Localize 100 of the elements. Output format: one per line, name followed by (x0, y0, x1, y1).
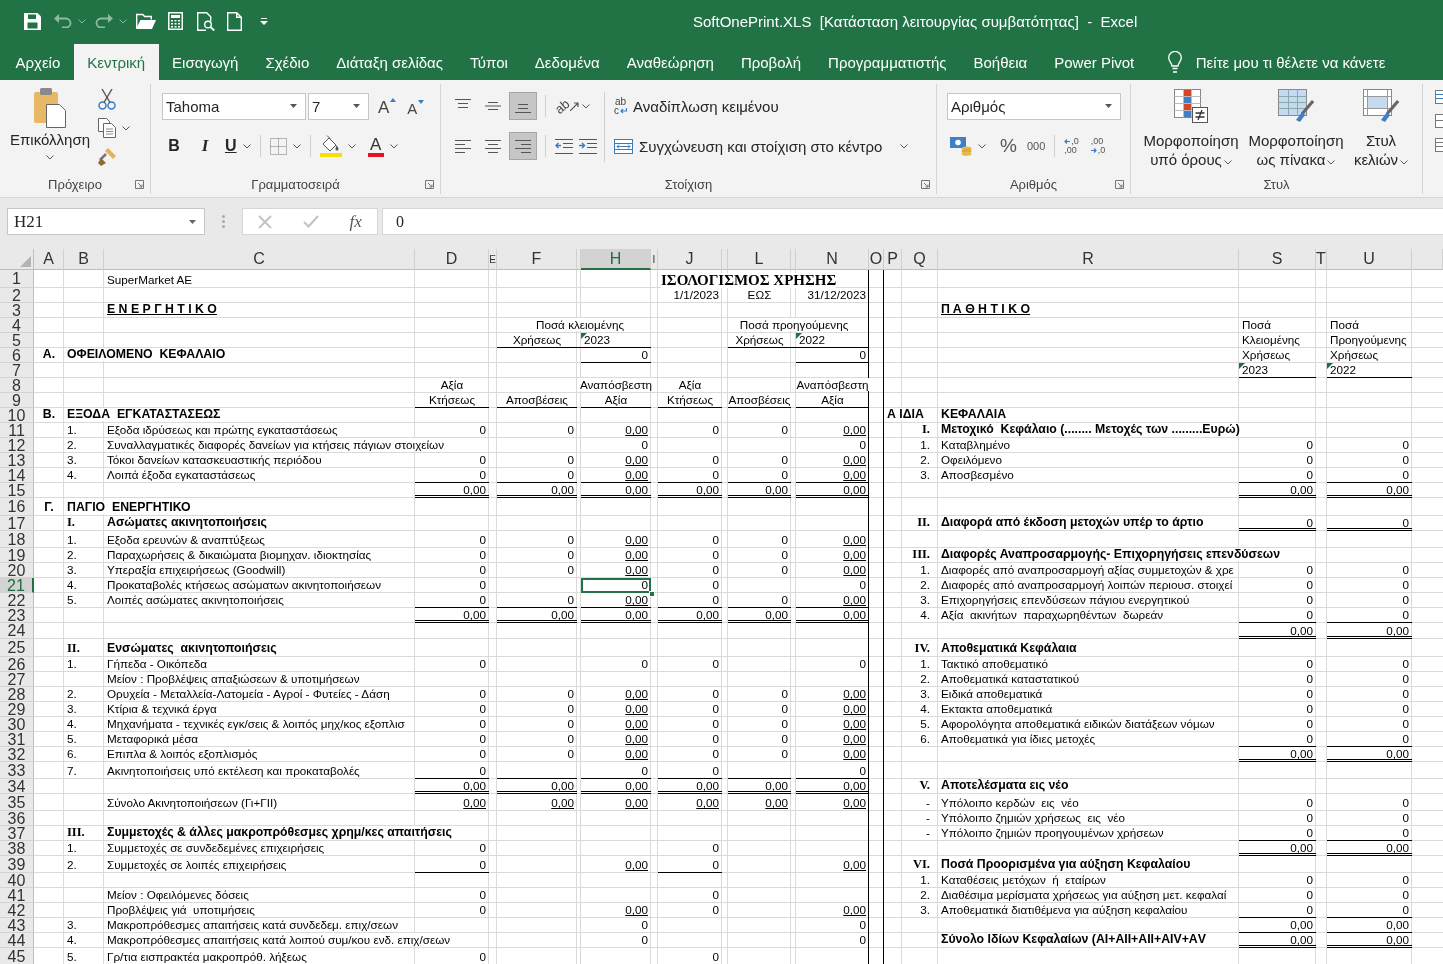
table-icon[interactable] (1435, 90, 1443, 104)
drag-handle-icon[interactable] (222, 215, 225, 228)
row-header[interactable]: 40 (0, 873, 34, 888)
conditional-formatting-button[interactable]: Μορφοποίηση υπό όρους (1138, 84, 1244, 174)
ribbon-tab[interactable]: Κεντρική (73, 44, 159, 80)
dialog-launcher-icon[interactable] (921, 179, 930, 189)
format-as-table-button[interactable]: Μορφοποίηση ως πίνακα (1244, 84, 1348, 174)
row-header[interactable]: 9 (0, 393, 34, 408)
row-header[interactable]: 20 (0, 563, 34, 578)
dialog-launcher-icon[interactable] (1115, 179, 1124, 189)
column-label: Ποσά (1242, 318, 1271, 331)
row-header[interactable]: 24 (0, 623, 34, 639)
row-header[interactable]: 17 (0, 516, 34, 531)
row-header[interactable]: 25 (0, 639, 34, 657)
row-header[interactable]: 4 (0, 318, 34, 333)
increase-decimal-button[interactable]: ,0 ,00 (1061, 134, 1082, 158)
thousands-button[interactable]: 000 (1023, 134, 1049, 158)
row-header[interactable]: 19 (0, 548, 34, 563)
row-header[interactable]: 13 (0, 453, 34, 468)
orientation-button[interactable]: ab (552, 94, 594, 118)
accounting-format-button[interactable] (947, 134, 989, 158)
ribbon-tab[interactable]: Αρχείο (2, 44, 74, 80)
row-header[interactable]: 33 (0, 762, 34, 779)
row-header[interactable]: 43 (0, 918, 34, 933)
ribbon-tab[interactable]: Προγραμματιστής (814, 44, 960, 80)
row-header[interactable]: 2 (0, 288, 34, 303)
row-header[interactable]: 39 (0, 856, 34, 873)
row-header[interactable]: 10 (0, 408, 34, 423)
copy-button[interactable] (95, 116, 133, 140)
row-header[interactable]: 28 (0, 687, 34, 702)
dialog-launcher-icon[interactable] (425, 179, 434, 189)
bold-button[interactable]: B (162, 134, 186, 158)
row-header[interactable]: 36 (0, 811, 34, 826)
align-right-button[interactable] (509, 132, 537, 160)
ribbon-tab[interactable]: Τύποι (456, 44, 522, 80)
row-header[interactable]: 42 (0, 903, 34, 918)
insert-function-button[interactable]: fx (349, 210, 362, 233)
amount: 0 (1402, 796, 1409, 809)
row-header[interactable]: 11 (0, 423, 34, 438)
row-header[interactable]: 44 (0, 933, 34, 948)
row-header[interactable]: 22 (0, 593, 34, 608)
row-header[interactable]: 21 (0, 578, 34, 593)
row-header[interactable]: 27 (0, 672, 34, 687)
row-header[interactable]: 5 (0, 333, 34, 348)
tell-me-field[interactable]: Πείτε μου τι θέλετε να κάνετε (1195, 47, 1412, 77)
row-header[interactable]: 6 (0, 348, 34, 363)
row-header[interactable]: 12 (0, 438, 34, 453)
row-header[interactable]: 37 (0, 826, 34, 841)
fill-handle[interactable] (649, 591, 655, 597)
cell-styles-button[interactable]: Στυλ κελιών (1348, 84, 1414, 174)
row-header[interactable]: 30 (0, 717, 34, 732)
ribbon-tab[interactable]: Δεδομένα (521, 44, 614, 80)
row-header[interactable]: 32 (0, 747, 34, 762)
ribbon-tab[interactable]: Σχέδιο (251, 44, 323, 80)
grow-font-button[interactable]: A (375, 94, 400, 118)
row-header[interactable]: 18 (0, 531, 34, 548)
table-icon[interactable] (1435, 114, 1443, 128)
row-header[interactable]: 45 (0, 948, 34, 964)
shrink-font-button[interactable]: A (404, 94, 428, 118)
row-header[interactable]: 26 (0, 657, 34, 672)
font-color-button[interactable]: A (364, 134, 401, 158)
print-preview-button[interactable] (197, 9, 215, 33)
row-header[interactable]: 35 (0, 794, 34, 811)
dialog-launcher-icon[interactable] (135, 179, 144, 189)
row-header[interactable]: 41 (0, 888, 34, 903)
row-header[interactable]: 34 (0, 779, 34, 794)
row-header[interactable]: 3 (0, 303, 34, 318)
paste-button[interactable]: Επικόλληση (5, 84, 95, 174)
percent-button[interactable]: % (997, 134, 1020, 158)
calculator-button[interactable] (168, 9, 183, 33)
row-header[interactable]: 15 (0, 483, 34, 498)
ribbon-tab[interactable]: Αναθεώρηση (613, 44, 728, 80)
ribbon-tab[interactable]: Διάταξη σελίδας (322, 44, 457, 80)
row-header[interactable]: 7 (0, 363, 34, 378)
row-header[interactable]: 16 (0, 498, 34, 516)
row-header[interactable]: 8 (0, 378, 34, 393)
name-box[interactable]: H21 (7, 208, 205, 235)
underline-button[interactable]: U (222, 134, 254, 158)
ribbon-tab[interactable]: Εισαγωγή (158, 44, 252, 80)
row-header[interactable]: 1 (0, 270, 34, 288)
column-header[interactable]: H (581, 249, 651, 270)
row-header[interactable]: 31 (0, 732, 34, 747)
merge-center-button[interactable]: Συγχώνευση και στοίχιση στο κέντρο (611, 133, 912, 159)
bottom-align-button[interactable] (509, 92, 537, 120)
decrease-decimal-button[interactable]: ,00 ,0 (1087, 134, 1109, 158)
table-icon[interactable] (1435, 138, 1443, 152)
ribbon-tab[interactable]: Βοήθεια (960, 44, 1041, 80)
row-header[interactable]: 14 (0, 468, 34, 483)
new-file-button[interactable] (227, 9, 242, 33)
font-name-dropdown[interactable]: Tahoma (162, 92, 306, 120)
number-format-dropdown[interactable]: Αριθμός (947, 92, 1121, 120)
row-header[interactable]: 29 (0, 702, 34, 717)
lightbulb-icon[interactable] (1167, 51, 1182, 73)
row-header[interactable]: 23 (0, 608, 34, 623)
formula-field[interactable]: 0 (382, 208, 1443, 235)
italic-button[interactable]: I (193, 134, 217, 158)
ribbon-tab[interactable]: Προβολή (727, 44, 815, 80)
row-header[interactable]: 38 (0, 841, 34, 856)
ribbon-tab[interactable]: Power Pivot (1040, 44, 1148, 80)
font-size-dropdown[interactable]: 7 (308, 92, 369, 120)
